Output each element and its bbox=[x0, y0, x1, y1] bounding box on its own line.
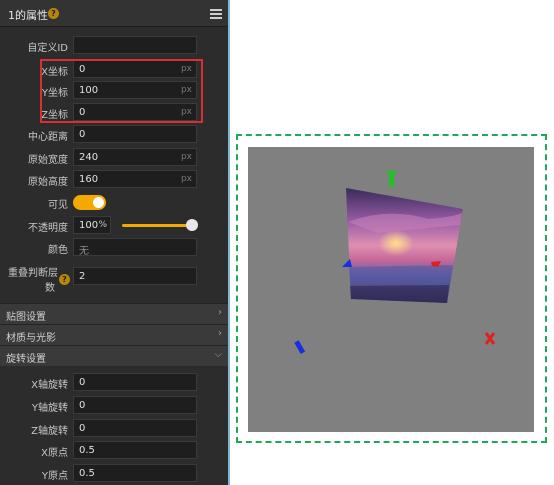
original-width-label: 原始宽度 bbox=[28, 155, 68, 166]
x-rotation-label: X轴旋转 bbox=[31, 380, 68, 391]
original-width-input[interactable]: 240 px bbox=[73, 148, 197, 166]
visible-toggle[interactable] bbox=[73, 195, 106, 210]
y-rotation-row: Y轴旋转 0 bbox=[0, 395, 228, 415]
coordinates-highlight-box bbox=[40, 59, 203, 123]
visible-label: 可见 bbox=[48, 200, 68, 211]
overlap-row: 重叠判断层 ? 数 2 bbox=[0, 262, 228, 296]
panel-header: 1的属性 ? bbox=[0, 0, 228, 27]
x-rotation-row: X轴旋转 0 bbox=[0, 372, 228, 392]
opacity-label: 不透明度 bbox=[28, 223, 68, 234]
opacity-row: 不透明度 100 % bbox=[0, 215, 228, 235]
z-rotation-row: Z轴旋转 0 bbox=[0, 418, 228, 438]
help-icon[interactable]: ? bbox=[48, 8, 59, 19]
overlap-help-icon[interactable]: ? bbox=[59, 274, 70, 285]
custom-id-label: 自定义ID bbox=[27, 43, 68, 54]
x-axis-handle[interactable] bbox=[484, 332, 496, 345]
y-origin-input[interactable]: 0.5 bbox=[73, 464, 197, 482]
original-height-input[interactable]: 160 px bbox=[73, 170, 197, 188]
opacity-slider-track[interactable] bbox=[122, 224, 190, 227]
properties-panel: 1的属性 ? 自定义ID X坐标 0 px Y坐标 100 px Z坐标 0 p… bbox=[0, 0, 228, 485]
y-rotation-label: Y轴旋转 bbox=[31, 403, 68, 414]
y-origin-row: Y原点 0.5 bbox=[0, 463, 228, 483]
section-rotation-settings[interactable]: 旋转设置 ⌵ bbox=[0, 345, 228, 366]
original-height-row: 原始高度 160 px bbox=[0, 169, 228, 189]
image-plane[interactable] bbox=[346, 188, 463, 303]
original-height-label: 原始高度 bbox=[28, 177, 68, 188]
z-axis-handle[interactable] bbox=[294, 340, 306, 355]
chevron-right-icon: › bbox=[218, 307, 222, 318]
overlap-label-line2: 数 bbox=[45, 283, 55, 294]
chevron-right-icon: › bbox=[218, 328, 222, 339]
original-width-row: 原始宽度 240 px bbox=[0, 147, 228, 167]
x-origin-label: X原点 bbox=[41, 448, 68, 459]
x-rotation-input[interactable]: 0 bbox=[73, 373, 197, 391]
center-distance-row: 中心距离 0 bbox=[0, 124, 228, 144]
z-rotation-label: Z轴旋转 bbox=[31, 426, 68, 437]
custom-id-row: 自定义ID bbox=[0, 35, 228, 55]
opacity-slider-thumb[interactable] bbox=[186, 219, 198, 231]
center-distance-label: 中心距离 bbox=[28, 132, 68, 143]
3d-viewport[interactable] bbox=[248, 147, 534, 432]
overlap-label-line1: 重叠判断层 bbox=[8, 268, 58, 279]
panel-divider[interactable] bbox=[228, 0, 230, 485]
color-row: 颜色 无 bbox=[0, 237, 228, 257]
section-texture-settings[interactable]: 贴图设置 › bbox=[0, 303, 228, 324]
scene-svg bbox=[294, 171, 496, 355]
y-origin-label: Y原点 bbox=[41, 471, 68, 482]
center-distance-input[interactable]: 0 bbox=[73, 125, 197, 143]
y-axis-gizmo[interactable] bbox=[386, 171, 397, 187]
z-rotation-input[interactable]: 0 bbox=[73, 419, 197, 437]
color-label: 颜色 bbox=[48, 245, 68, 256]
custom-id-input[interactable] bbox=[73, 36, 197, 54]
opacity-input[interactable]: 100 % bbox=[73, 216, 111, 234]
overlap-input[interactable]: 2 bbox=[73, 267, 197, 285]
x-origin-row: X原点 0.5 bbox=[0, 440, 228, 460]
panel-title: 1的属性 bbox=[8, 9, 48, 22]
color-input[interactable]: 无 bbox=[73, 238, 197, 257]
section-material-lighting[interactable]: 材质与光影 › bbox=[0, 324, 228, 345]
chevron-down-icon: ⌵ bbox=[214, 349, 222, 360]
hamburger-menu-icon[interactable] bbox=[210, 9, 222, 19]
toggle-knob bbox=[93, 197, 104, 208]
x-origin-input[interactable]: 0.5 bbox=[73, 441, 197, 459]
y-rotation-input[interactable]: 0 bbox=[73, 396, 197, 414]
visible-row: 可见 bbox=[0, 192, 228, 212]
